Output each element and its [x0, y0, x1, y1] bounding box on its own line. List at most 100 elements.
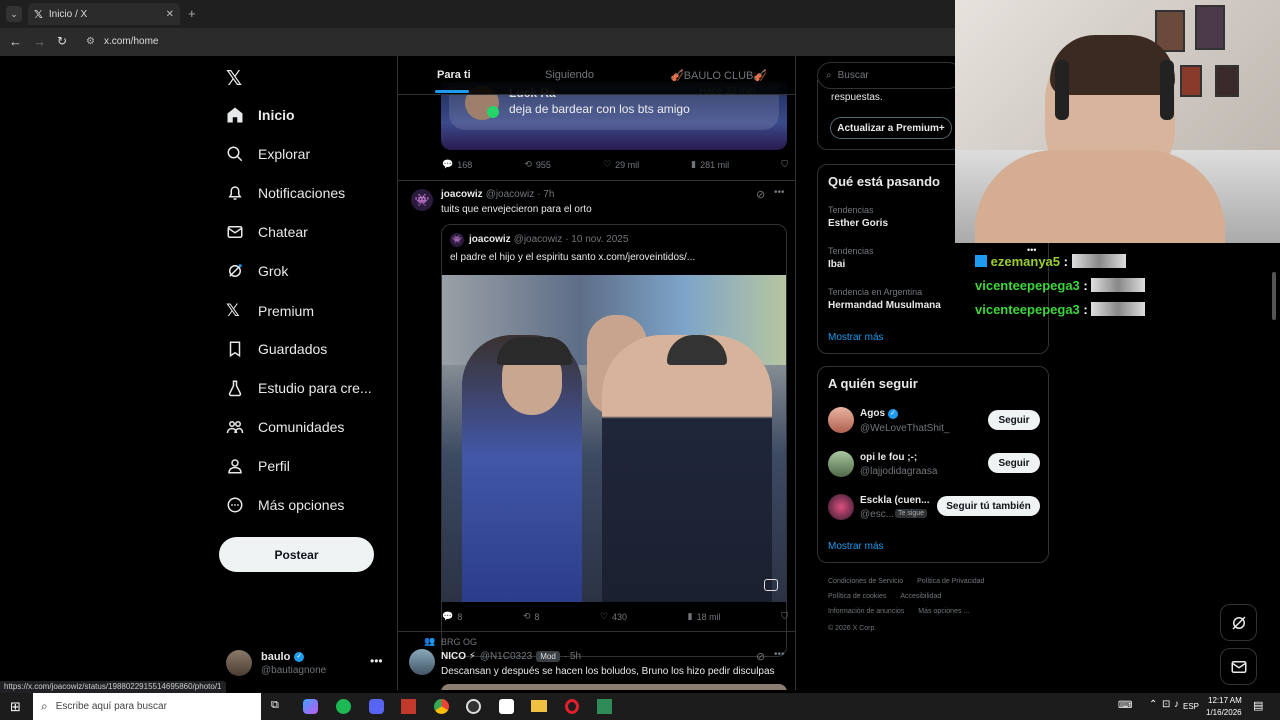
messages-floating-button[interactable]: [1220, 648, 1257, 685]
copilot-icon[interactable]: [303, 699, 318, 714]
footer-link[interactable]: Condiciones de Servicio: [828, 578, 903, 585]
nav-label: Más opciones: [258, 497, 345, 513]
grok-icon[interactable]: ⊘: [756, 188, 765, 201]
nav-chatear[interactable]: Chatear: [226, 223, 308, 241]
like-button[interactable]: ♡ 29 mil: [603, 159, 639, 170]
x-logo-icon[interactable]: 𝕏: [226, 66, 242, 91]
post[interactable]: 👾 joacowiz @joacowiz · 7h ⊘ ••• tuits qu…: [398, 181, 795, 657]
views-button[interactable]: ▮ 18 mil: [688, 611, 721, 622]
quoted-photo[interactable]: [442, 275, 786, 602]
footer-link[interactable]: Accesibilidad: [900, 593, 941, 600]
media-tag-icon[interactable]: [764, 579, 778, 591]
repost-button[interactable]: ⟲ 8: [523, 611, 540, 622]
avatar[interactable]: [828, 494, 854, 520]
chrome-icon[interactable]: [434, 699, 449, 714]
forward-icon[interactable]: →: [33, 34, 46, 49]
bookmark-action-icon[interactable]: ⛉: [781, 611, 788, 622]
copyright: © 2026 X Corp.: [828, 625, 877, 632]
repost-button[interactable]: ⟲ 955: [524, 159, 551, 170]
nav-grok[interactable]: Grok: [226, 262, 288, 280]
show-more-follow[interactable]: Mostrar más: [828, 541, 884, 552]
avatar[interactable]: [828, 451, 854, 477]
nav-label: Notificaciones: [258, 185, 346, 201]
language-indicator[interactable]: ESP: [1183, 702, 1199, 711]
follow-name[interactable]: Esckla (cuen...: [860, 495, 929, 506]
tab-list-button[interactable]: ⌄: [6, 6, 22, 22]
nav-comunidades[interactable]: Comunidades: [226, 418, 344, 436]
notifications-icon[interactable]: ▤: [1253, 699, 1263, 712]
discord-icon[interactable]: [369, 699, 384, 714]
footer-link[interactable]: Más opciones ...: [918, 608, 969, 615]
avatar[interactable]: [828, 407, 854, 433]
nav-premium[interactable]: 𝕏 Premium: [226, 301, 314, 321]
follow-name[interactable]: opi le fou ;-;: [860, 452, 917, 463]
premium-button[interactable]: Actualizar a Premium+: [830, 117, 952, 139]
footer-link[interactable]: Información de anuncios: [828, 608, 904, 615]
follow-button[interactable]: Seguir: [988, 410, 1040, 430]
obs-icon[interactable]: [466, 699, 481, 714]
nav-explorar[interactable]: Explorar: [226, 145, 310, 163]
show-more-trends[interactable]: Mostrar más: [828, 332, 884, 343]
trend-item[interactable]: Tendencias Ibai: [828, 246, 874, 270]
bookmark-action-icon[interactable]: ⛉: [781, 159, 788, 170]
tab-siguiendo[interactable]: Siguiendo: [545, 69, 594, 81]
new-tab-button[interactable]: +: [188, 6, 196, 21]
grok-icon[interactable]: ⊘: [756, 650, 765, 663]
close-tab-icon[interactable]: ✕: [166, 9, 174, 20]
post[interactable]: 👥 BRG OG NICO ⚡ @N1C0323 Mod · 5h ⊘ ••• …: [398, 632, 795, 690]
post-button[interactable]: Postear: [219, 537, 374, 572]
app-icon[interactable]: [597, 699, 612, 714]
tab-para-ti[interactable]: Para ti: [437, 69, 471, 81]
taskbar-search[interactable]: ⌕ Escribe aquí para buscar: [33, 693, 261, 720]
author-name[interactable]: joacowiz: [441, 189, 483, 200]
nav-mas-opciones[interactable]: Más opciones: [226, 496, 344, 514]
reply-button[interactable]: 💬 168: [442, 159, 472, 170]
more-icon[interactable]: •••: [774, 649, 785, 660]
task-view-icon[interactable]: ⧉: [271, 699, 279, 712]
chat-user: vicenteepepega3: [975, 278, 1080, 293]
site-info-icon[interactable]: ⚙: [86, 36, 95, 47]
trend-item[interactable]: Tendencia en Argentina Hermandad Musulma…: [828, 287, 941, 311]
footer-link[interactable]: Política de Privacidad: [917, 578, 984, 585]
reload-icon[interactable]: ↻: [57, 34, 67, 48]
back-icon[interactable]: ←: [9, 34, 22, 49]
nav-perfil[interactable]: Perfil: [226, 457, 290, 475]
footer-link[interactable]: Política de cookies: [828, 593, 886, 600]
spotify-icon[interactable]: [336, 699, 351, 714]
network-icon[interactable]: ⊡: [1162, 699, 1170, 710]
volume-icon[interactable]: ♪: [1174, 699, 1179, 710]
capcut-icon[interactable]: [499, 699, 514, 714]
author-name[interactable]: NICO ⚡: [441, 651, 476, 662]
more-icon[interactable]: •••: [370, 654, 383, 668]
nav-inicio[interactable]: Inicio: [226, 106, 295, 124]
browser-tab[interactable]: 𝕏 Inicio / X ✕: [28, 3, 180, 25]
nav-label: Guardados: [258, 341, 328, 357]
trend-item[interactable]: Tendencias Esther Goris: [828, 205, 888, 229]
follow-back-button[interactable]: Seguir tú también: [937, 496, 1040, 516]
views-button[interactable]: ▮ 281 mil: [691, 159, 729, 170]
opera-icon[interactable]: [565, 699, 579, 714]
nav-notificaciones[interactable]: Notificaciones: [226, 184, 345, 202]
tab-baulo-club[interactable]: 🎻BAULO CLUB🎻: [670, 69, 767, 82]
account-switcher[interactable]: baulo ✓ @bautiagnone •••: [226, 648, 386, 680]
nav-estudio[interactable]: Estudio para cre...: [226, 379, 372, 397]
follow-name[interactable]: Agos: [860, 408, 885, 419]
clock-time[interactable]: 12:17 AM: [1208, 696, 1242, 705]
app-icon[interactable]: [401, 699, 416, 714]
url-field[interactable]: x.com/home: [104, 36, 158, 47]
chat-message: vicenteepepega3 :: [975, 278, 1146, 293]
like-button[interactable]: ♡ 430: [600, 611, 627, 622]
grok-floating-button[interactable]: [1220, 604, 1257, 641]
folder-icon[interactable]: [531, 700, 547, 712]
nav-guardados[interactable]: Guardados: [226, 340, 327, 358]
start-icon[interactable]: ⊞: [10, 699, 21, 715]
follow-button[interactable]: Seguir: [988, 453, 1040, 473]
tray-arrow-icon[interactable]: ⌃: [1149, 699, 1157, 710]
page-scrollbar[interactable]: [1272, 272, 1276, 320]
more-icon[interactable]: •••: [774, 187, 785, 198]
reply-button[interactable]: 💬 8: [442, 611, 462, 622]
quoted-post[interactable]: 👾 joacowiz @joacowiz · 10 nov. 2025 el p…: [441, 224, 787, 657]
post-text: tuits que envejecieron para el orto: [441, 204, 592, 215]
clock-date[interactable]: 1/16/2026: [1206, 708, 1242, 717]
keyboard-icon[interactable]: ⌨: [1118, 700, 1132, 711]
